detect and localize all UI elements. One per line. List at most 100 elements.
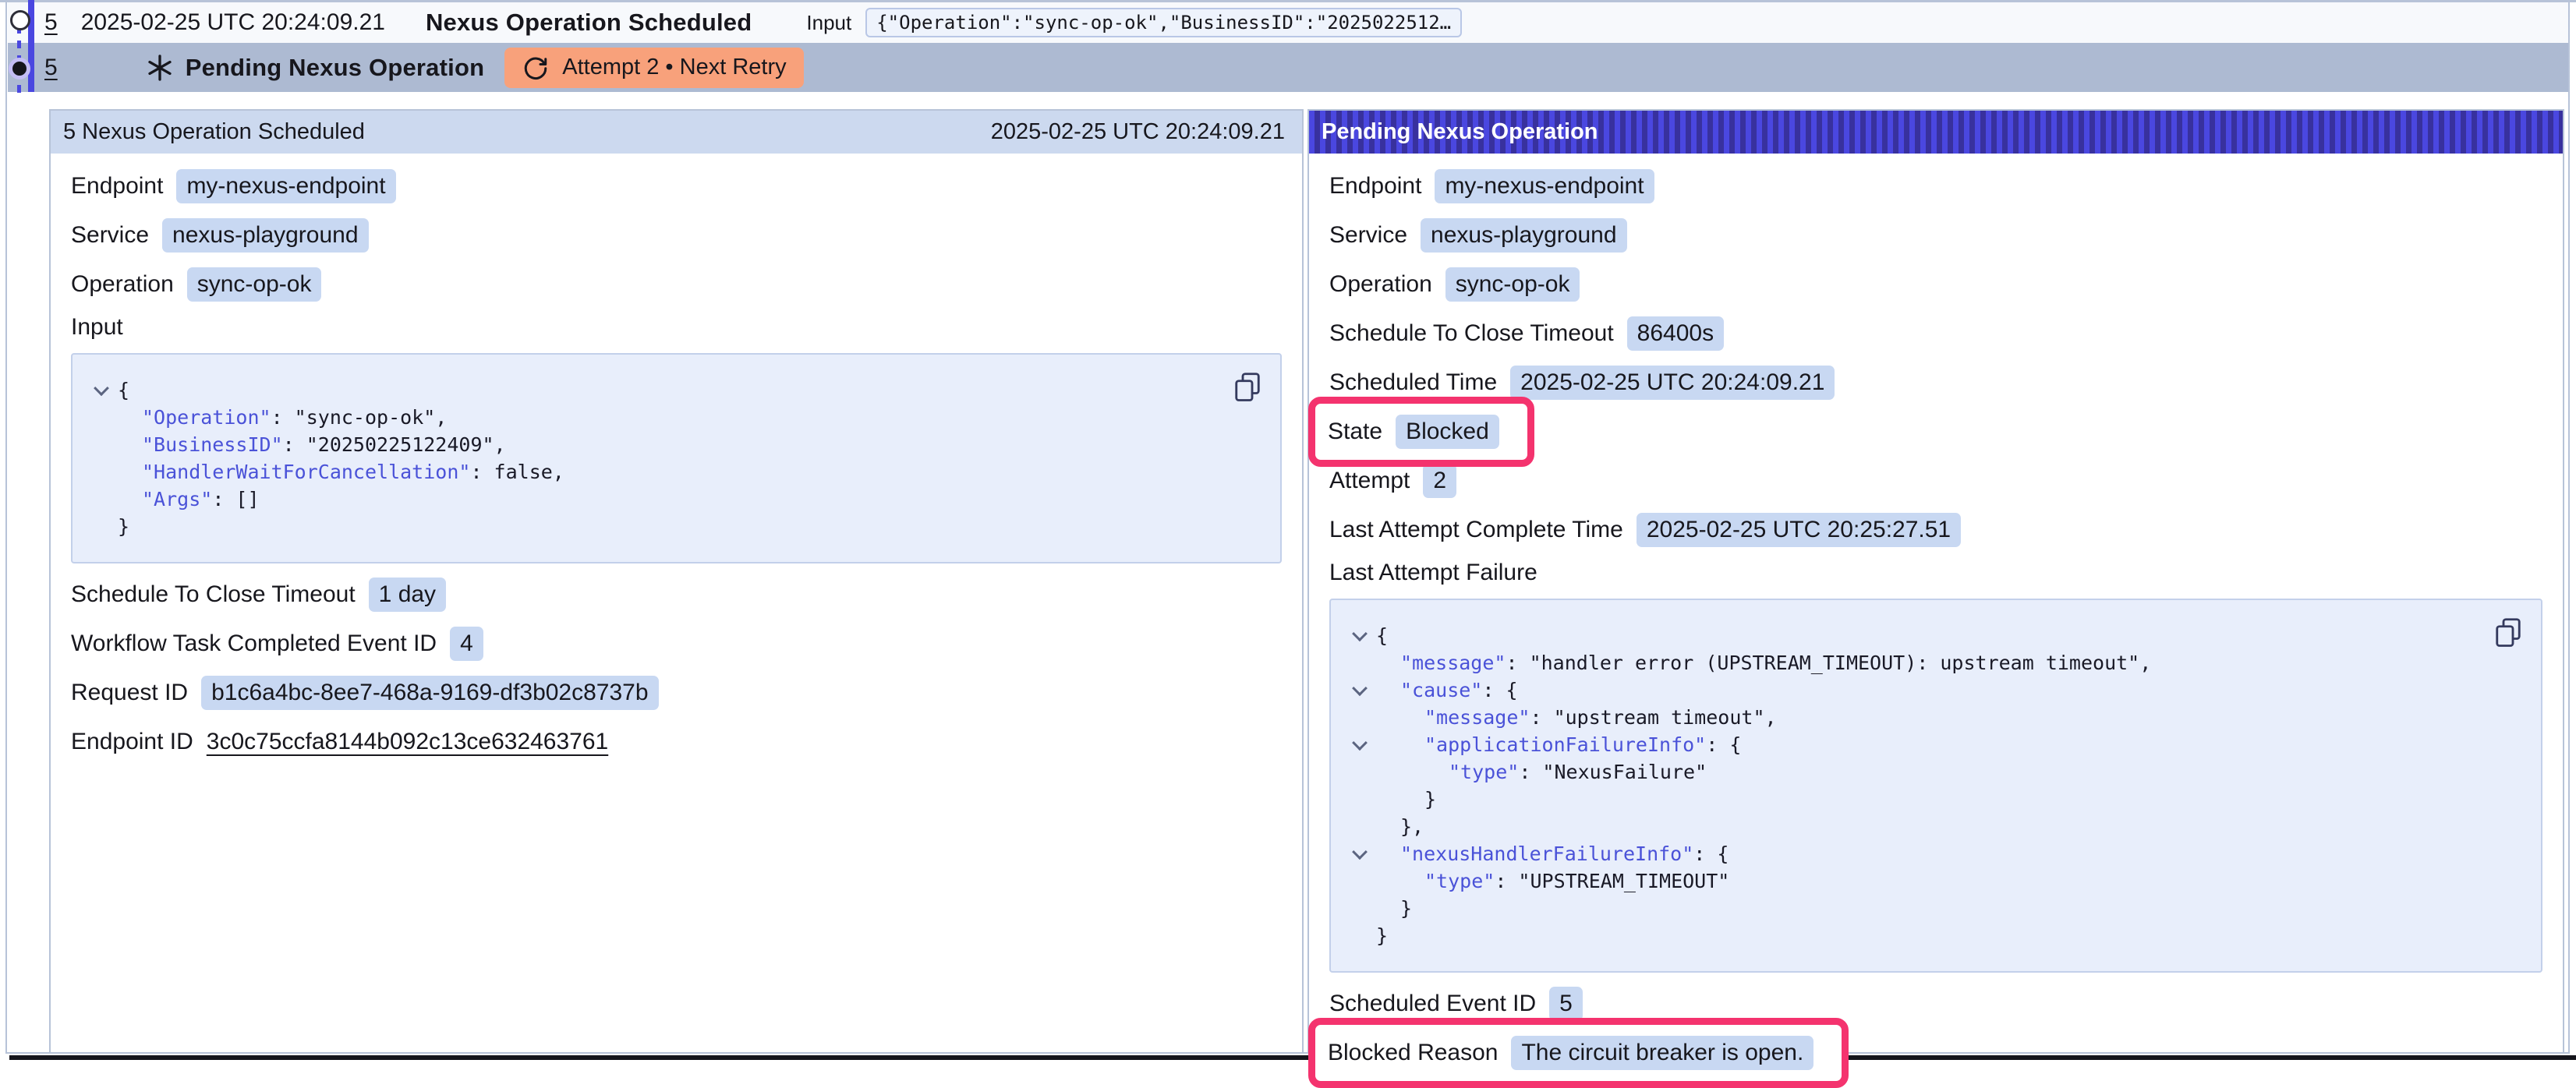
pending-panel-title: Pending Nexus Operation bbox=[1322, 119, 1598, 145]
timeline-active-bar bbox=[28, 0, 34, 92]
field-label: Endpoint ID bbox=[71, 729, 193, 755]
json-line: "cause": { bbox=[1343, 676, 2471, 704]
json-line: "Args": [] bbox=[85, 486, 1210, 513]
pending-operation-detail-panel: Pending Nexus Operation Endpoint my-nexu… bbox=[1307, 109, 2564, 1054]
json-line: "type": "NexusFailure" bbox=[1343, 758, 2471, 786]
field-value-chip: sync-op-ok bbox=[1445, 267, 1580, 302]
field-value-chip: 2025-02-25 UTC 20:24:09.21 bbox=[1510, 366, 1835, 400]
field-label: Operation bbox=[71, 271, 174, 298]
field-label: Service bbox=[1329, 222, 1407, 249]
field-endpoint-id: Endpoint ID 3c0c75ccfa8144b092c13ce63246… bbox=[71, 722, 1282, 762]
event-timestamp: 2025-02-25 UTC 20:24:09.21 bbox=[81, 9, 385, 36]
failure-json-viewer: { "message": "handler error (UPSTREAM_TI… bbox=[1329, 599, 2542, 973]
field-label: Scheduled Event ID bbox=[1329, 991, 1536, 1017]
json-line: "BusinessID": "20250225122409", bbox=[85, 431, 1210, 458]
field-label: Attempt bbox=[1329, 468, 1410, 494]
field-value-chip: my-nexus-endpoint bbox=[176, 169, 395, 203]
pending-panel-header: Pending Nexus Operation bbox=[1309, 111, 2563, 154]
json-line: "HandlerWaitForCancellation": false, bbox=[85, 458, 1210, 486]
state-annotation-box: State Blocked bbox=[1308, 397, 1534, 467]
field-value-chip: nexus-playground bbox=[162, 218, 369, 253]
field-label: State bbox=[1328, 419, 1382, 445]
field-workflow-task-completed-event-id: Workflow Task Completed Event ID 4 bbox=[71, 623, 1282, 664]
retry-icon bbox=[522, 54, 550, 82]
timeline-node-open-icon bbox=[10, 10, 30, 30]
field-value-chip: 5 bbox=[1549, 987, 1583, 1021]
field-label: Schedule To Close Timeout bbox=[71, 581, 356, 608]
json-line: } bbox=[1343, 895, 2471, 922]
timeline-node-current-icon bbox=[9, 58, 30, 79]
field-label: Endpoint bbox=[71, 173, 163, 200]
event-row-scheduled[interactable]: 5 2025-02-25 UTC 20:24:09.21 Nexus Opera… bbox=[8, 2, 2568, 43]
field-label: Endpoint bbox=[1329, 173, 1421, 200]
event-id-link[interactable]: 5 bbox=[44, 9, 58, 36]
collapse-chevron-icon[interactable] bbox=[1352, 680, 1368, 696]
json-line: } bbox=[1343, 786, 2471, 813]
input-json-viewer: { "Operation": "sync-op-ok", "BusinessID… bbox=[71, 353, 1282, 563]
blocked-reason-value-chip: The circuit breaker is open. bbox=[1511, 1036, 1813, 1070]
field-label: Operation bbox=[1329, 271, 1432, 298]
field-label: Last Attempt Complete Time bbox=[1329, 517, 1623, 543]
json-line: "message": "handler error (UPSTREAM_TIME… bbox=[1343, 649, 2471, 676]
field-state: State Blocked bbox=[1328, 412, 1499, 452]
pending-title: Pending Nexus Operation bbox=[186, 54, 485, 82]
field-value-chip: b1c6a4bc-8ee7-468a-9169-df3b02c8737b bbox=[201, 676, 658, 710]
left-panel-timestamp: 2025-02-25 UTC 20:24:09.21 bbox=[991, 119, 1285, 145]
field-label: Scheduled Time bbox=[1329, 369, 1497, 396]
scheduled-event-detail-panel: 5 Nexus Operation Scheduled 2025-02-25 U… bbox=[49, 109, 1304, 1054]
field-operation: Operation sync-op-ok bbox=[1329, 264, 2542, 305]
json-line: "Operation": "sync-op-ok", bbox=[85, 404, 1210, 431]
collapse-chevron-icon[interactable] bbox=[94, 380, 109, 396]
json-line: } bbox=[1343, 922, 2471, 949]
pending-operation-row[interactable]: 5 Pending Nexus Operation Attempt 2 • Ne… bbox=[8, 43, 2568, 92]
field-request-id: Request ID b1c6a4bc-8ee7-468a-9169-df3b0… bbox=[71, 673, 1282, 713]
field-operation: Operation sync-op-ok bbox=[71, 264, 1282, 305]
event-title: Nexus Operation Scheduled bbox=[426, 9, 752, 37]
viewport-bottom-edge bbox=[9, 1055, 2576, 1060]
field-value-chip: 2 bbox=[1423, 464, 1456, 498]
field-value-chip: nexus-playground bbox=[1421, 218, 1627, 253]
json-line: "message": "upstream timeout", bbox=[1343, 704, 2471, 731]
field-value-chip: 86400s bbox=[1627, 316, 1724, 351]
pending-event-id-link[interactable]: 5 bbox=[44, 55, 58, 81]
field-value-chip: my-nexus-endpoint bbox=[1435, 169, 1654, 203]
endpoint-id-link[interactable]: 3c0c75ccfa8144b092c13ce632463761 bbox=[207, 729, 608, 755]
copy-icon[interactable] bbox=[2494, 617, 2522, 648]
field-value-chip: 4 bbox=[450, 627, 483, 661]
input-preview-chip: {"Operation":"sync-op-ok","BusinessID":"… bbox=[865, 8, 1462, 37]
nexus-asterisk-icon bbox=[145, 53, 175, 83]
field-value-chip: 2025-02-25 UTC 20:25:27.51 bbox=[1637, 513, 1961, 547]
field-last-attempt-complete-time: Last Attempt Complete Time 2025-02-25 UT… bbox=[1329, 510, 2542, 550]
left-panel-title: 5 Nexus Operation Scheduled bbox=[63, 119, 365, 145]
retry-badge-label: Attempt 2 • Next Retry bbox=[562, 55, 786, 80]
field-label: Blocked Reason bbox=[1328, 1040, 1498, 1066]
collapse-chevron-icon[interactable] bbox=[1352, 626, 1368, 641]
json-line: "applicationFailureInfo": { bbox=[1343, 731, 2471, 758]
left-panel-header: 5 Nexus Operation Scheduled 2025-02-25 U… bbox=[51, 111, 1302, 154]
json-line: }, bbox=[1343, 813, 2471, 840]
field-schedule-to-close-timeout: Schedule To Close Timeout 1 day bbox=[71, 574, 1282, 615]
failure-section-label: Last Attempt Failure bbox=[1329, 559, 2542, 586]
retry-badge: Attempt 2 • Next Retry bbox=[504, 48, 803, 88]
container-right-border bbox=[2568, 0, 2570, 1054]
blocked-reason-annotation-box: Blocked Reason The circuit breaker is op… bbox=[1308, 1018, 1849, 1088]
field-service: Service nexus-playground bbox=[1329, 215, 2542, 256]
json-line: "type": "UPSTREAM_TIMEOUT" bbox=[1343, 867, 2471, 895]
collapse-chevron-icon[interactable] bbox=[1352, 844, 1368, 860]
field-endpoint: Endpoint my-nexus-endpoint bbox=[71, 166, 1282, 207]
input-label: Input bbox=[806, 11, 851, 35]
field-endpoint: Endpoint my-nexus-endpoint bbox=[1329, 166, 2542, 207]
state-value-chip: Blocked bbox=[1396, 415, 1499, 449]
json-line: { bbox=[85, 376, 1210, 404]
field-service: Service nexus-playground bbox=[71, 215, 1282, 256]
field-value-chip: 1 day bbox=[369, 578, 446, 612]
json-line: } bbox=[85, 513, 1210, 540]
json-line: "nexusHandlerFailureInfo": { bbox=[1343, 840, 2471, 867]
field-label: Service bbox=[71, 222, 149, 249]
copy-icon[interactable] bbox=[1233, 372, 1261, 403]
collapse-chevron-icon[interactable] bbox=[1352, 735, 1368, 751]
field-label: Workflow Task Completed Event ID bbox=[71, 631, 437, 657]
field-value-chip: sync-op-ok bbox=[187, 267, 322, 302]
json-line: { bbox=[1343, 622, 2471, 649]
container-left-border bbox=[5, 0, 7, 1054]
